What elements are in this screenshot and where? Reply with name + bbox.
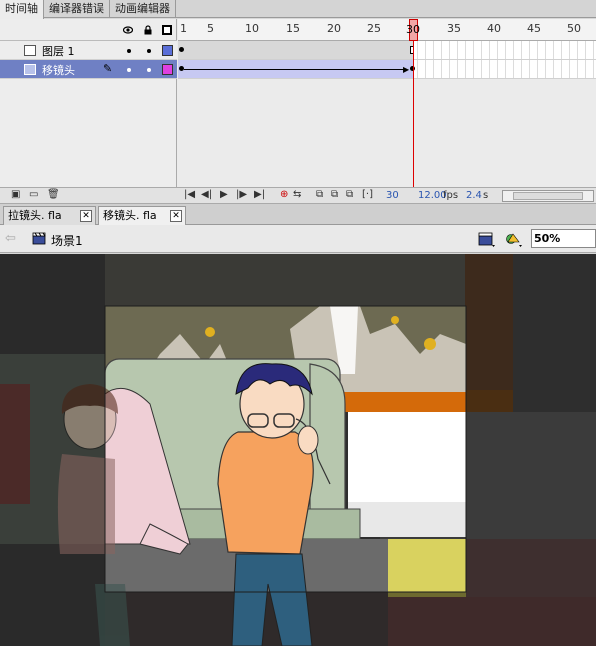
back-arrow-icon[interactable]: ⇦	[5, 231, 16, 246]
keyframe[interactable]	[179, 47, 184, 52]
close-icon[interactable]: ✕	[80, 210, 92, 222]
ruler-number: 50	[567, 22, 581, 35]
visibility-dot[interactable]	[127, 68, 131, 72]
playhead-frame-number: 30	[406, 23, 420, 36]
ruler-number: 1	[180, 22, 187, 35]
loop-icon[interactable]: ⇆	[293, 189, 301, 200]
tab-compiler-errors[interactable]: 编译器错误	[44, 0, 110, 18]
timeline-toolbar: ▣ ▭ 🗑 |◀ ◀| ▶ |▶ ▶| ⊕ ⇆ ⧉ ⧉ ⧉ [·] 30 12.…	[0, 187, 596, 204]
document-tab-label: 拉镜头. fla	[8, 209, 62, 222]
new-folder-icon[interactable]: ▭	[29, 189, 38, 200]
ruler-number: 10	[245, 22, 259, 35]
layer-name: 图层 1	[42, 45, 75, 58]
playhead-marker[interactable]: 30	[406, 19, 420, 41]
onion-outline-icon[interactable]: ⧉	[331, 189, 338, 200]
visibility-dot[interactable]	[127, 49, 131, 53]
frame-rate-unit: fps	[443, 190, 459, 201]
play-icon[interactable]: ▶	[220, 189, 228, 200]
layer-icon	[24, 64, 36, 75]
ruler-number: 40	[487, 22, 501, 35]
document-tab-bar: 拉镜头. fla ✕ 移镜头. fla ✕	[0, 204, 596, 225]
ruler-number: 20	[327, 22, 341, 35]
step-forward-icon[interactable]: |▶	[236, 189, 247, 200]
ruler-number: 15	[286, 22, 300, 35]
outline-color-swatch[interactable]	[162, 45, 173, 56]
eye-icon[interactable]	[123, 25, 133, 35]
frame-ruler[interactable]: 1 5 10 15 20 25 35 40 45 50	[178, 19, 596, 41]
layer-row[interactable]: 图层 1	[0, 41, 177, 60]
tween-arrow-line	[184, 69, 406, 70]
close-icon[interactable]: ✕	[170, 210, 182, 222]
layer-name: 移镜头	[42, 64, 75, 77]
elapsed-time-unit: s	[483, 190, 489, 201]
layers-header	[0, 19, 177, 41]
frames-empty-area[interactable]	[178, 80, 596, 187]
lock-dot[interactable]	[147, 68, 151, 72]
center-frame-icon[interactable]: ⊕	[280, 189, 288, 200]
edit-scene-icon[interactable]	[478, 230, 496, 248]
document-tab-label: 移镜头. fla	[103, 209, 157, 222]
playhead-line	[413, 41, 414, 187]
ruler-number: 35	[447, 22, 461, 35]
static-frame-span[interactable]	[178, 41, 414, 59]
scrollbar-thumb[interactable]	[513, 192, 583, 200]
ruler-number: 5	[207, 22, 214, 35]
edit-symbols-icon[interactable]	[505, 230, 523, 248]
lock-icon[interactable]	[143, 25, 153, 35]
onion-skin-icon[interactable]: ⧉	[316, 189, 323, 200]
edit-bar: ⇦ 场景1 50%	[0, 225, 596, 253]
new-layer-icon[interactable]: ▣	[11, 189, 20, 200]
stage-canvas[interactable]	[0, 254, 596, 646]
outline-toggle-icon[interactable]	[162, 25, 172, 35]
tween-arrow-head: ▶	[403, 65, 410, 74]
delete-icon[interactable]: 🗑	[47, 189, 60, 200]
layer-icon	[24, 45, 36, 56]
layers-column: 图层 1 移镜头 ✎	[0, 19, 177, 187]
ruler-number: 25	[367, 22, 381, 35]
document-tab-active[interactable]: 移镜头. fla ✕	[98, 206, 186, 225]
modify-onion-markers-icon[interactable]: [·]	[362, 189, 373, 200]
frame-row[interactable]: ▶	[178, 60, 596, 79]
outline-color-swatch[interactable]	[162, 64, 173, 75]
ruler-number: 45	[527, 22, 541, 35]
tab-motion-editor[interactable]: 动画编辑器	[110, 0, 176, 18]
timeline-scrollbar[interactable]	[502, 190, 594, 202]
clapperboard-icon	[32, 232, 46, 245]
edit-multiple-frames-icon[interactable]: ⧉	[346, 189, 353, 200]
document-tab[interactable]: 拉镜头. fla ✕	[3, 206, 96, 225]
elapsed-time-readout: 2.4	[466, 190, 482, 201]
zoom-input[interactable]: 50%	[531, 229, 596, 248]
step-back-icon[interactable]: ◀|	[201, 189, 212, 200]
go-last-frame-icon[interactable]: ▶|	[254, 189, 265, 200]
go-first-frame-icon[interactable]: |◀	[184, 189, 195, 200]
current-frame-readout[interactable]: 30	[386, 190, 399, 201]
layer-row-selected[interactable]: 移镜头 ✎	[0, 60, 177, 79]
lock-dot[interactable]	[147, 49, 151, 53]
timeline-panel: 图层 1 移镜头 ✎ 1 5 10 15 20 25 35 40 45 50 ▶…	[0, 19, 596, 187]
frame-row[interactable]	[178, 41, 596, 60]
panel-tab-bar: 时间轴 编译器错误 动画编辑器	[0, 0, 596, 19]
scene-label[interactable]: 场景1	[51, 232, 83, 249]
frames-area[interactable]: 1 5 10 15 20 25 35 40 45 50 ▶ 30	[178, 19, 596, 187]
stage-artwork	[0, 254, 596, 646]
pencil-icon: ✎	[103, 62, 113, 75]
tab-timeline[interactable]: 时间轴	[0, 0, 44, 19]
